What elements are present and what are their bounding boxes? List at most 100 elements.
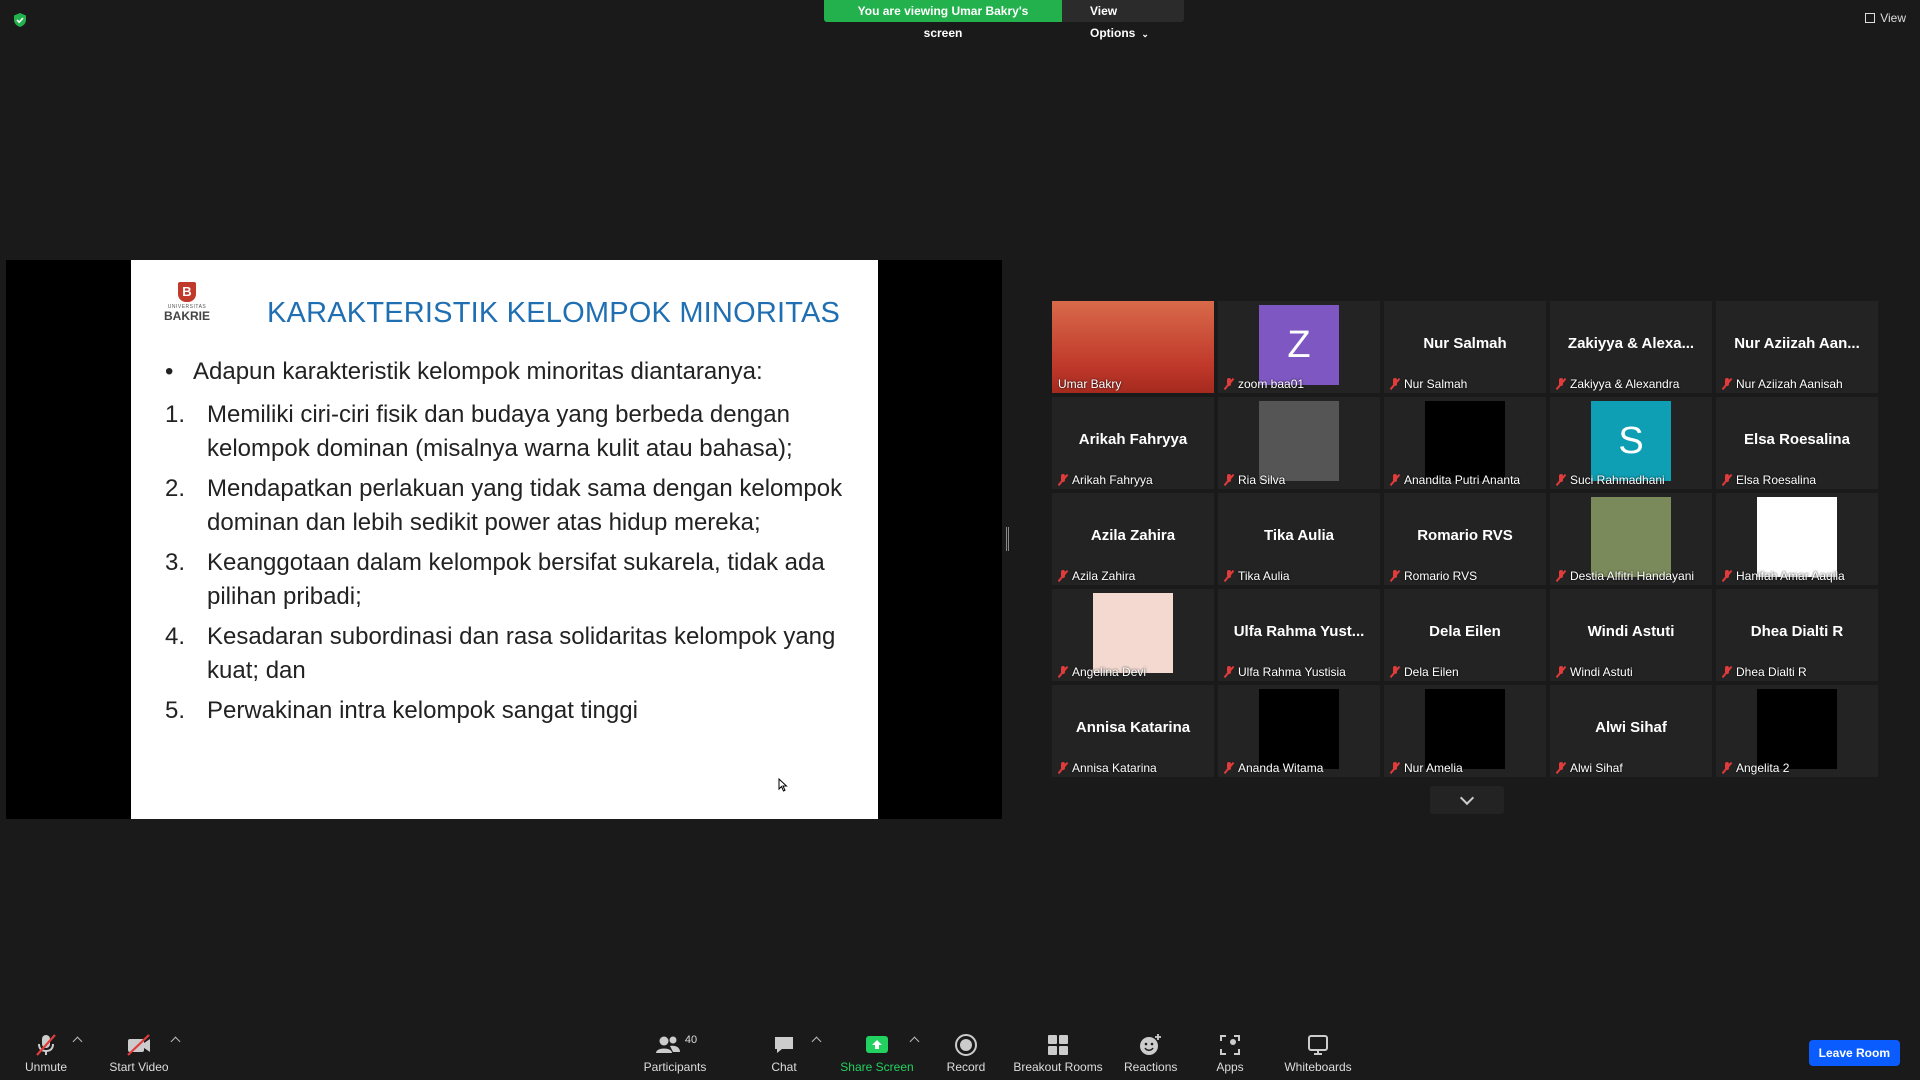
participant-tile[interactable]: Ulfa Rahma Yust... Ulfa Rahma Yustisia — [1218, 589, 1380, 681]
slide-title: KARAKTERISTIK KELOMPOK MINORITAS — [267, 297, 841, 329]
participant-display-name: Alwi Sihaf — [1595, 719, 1667, 736]
gallery-next-page-button[interactable] — [1430, 786, 1504, 814]
reactions-button[interactable]: Reactions — [1124, 1032, 1178, 1074]
share-screen-button[interactable]: Share Screen — [840, 1032, 914, 1074]
list-text: Mendapatkan perlakuan yang tidak sama de… — [207, 475, 843, 536]
chat-label: Chat — [771, 1060, 797, 1074]
participant-name-label: Hanifah Amar Aaqila — [1722, 569, 1874, 583]
participant-avatar-image — [1757, 689, 1837, 769]
apps-icon — [1210, 1032, 1250, 1058]
participant-name-label: Ulfa Rahma Yustisia — [1224, 665, 1376, 679]
participant-tile[interactable]: Dhea Dialti R Dhea Dialti R — [1716, 589, 1878, 681]
participant-tile[interactable]: Azila Zahira Azila Zahira — [1052, 493, 1214, 585]
participant-display-name: Romario RVS — [1417, 527, 1513, 544]
layout-icon — [1865, 13, 1876, 23]
participant-avatar-image — [1757, 497, 1837, 577]
apps-label: Apps — [1216, 1060, 1244, 1074]
record-icon — [944, 1032, 988, 1058]
participant-tile[interactable]: Ria Silva — [1218, 397, 1380, 489]
participant-name-text: Angelita 2 — [1736, 761, 1790, 775]
participant-tile[interactable]: Tika Aulia Tika Aulia — [1218, 493, 1380, 585]
participant-display-name: Ulfa Rahma Yust... — [1233, 623, 1365, 640]
record-button[interactable]: Record — [944, 1032, 988, 1074]
participant-tile[interactable]: Destia Alfitri Handayani — [1550, 493, 1712, 585]
participant-tile[interactable]: Dela Eilen Dela Eilen — [1384, 589, 1546, 681]
participant-tile[interactable]: S Suci Rahmadhani — [1550, 397, 1712, 489]
participant-display-name: Tika Aulia — [1263, 527, 1335, 544]
mic-muted-icon — [1556, 666, 1566, 678]
split-view-drag-handle[interactable] — [1006, 527, 1009, 551]
presentation-slide: B UNIVERSITAS BAKRIE KARAKTERISTIK KELOM… — [131, 260, 878, 819]
chat-options-caret[interactable] — [811, 1036, 822, 1047]
participant-name-label: Suci Rahmadhani — [1556, 473, 1708, 487]
participants-count: 40 — [684, 1034, 698, 1046]
list-item: 5. Perwakinan intra kelompok sangat tingg… — [165, 694, 855, 728]
participant-name-label: Alwi Sihaf — [1556, 761, 1708, 775]
mic-muted-icon — [1058, 666, 1068, 678]
participant-display-name: Windi Astuti — [1587, 623, 1675, 640]
participant-name-label: Elsa Roesalina — [1722, 473, 1874, 487]
participant-tile[interactable]: Windi Astuti Windi Astuti — [1550, 589, 1712, 681]
whiteboards-button[interactable]: Whiteboards — [1282, 1032, 1354, 1074]
mic-muted-icon — [1390, 570, 1400, 582]
slide-intro: • Adapun karakteristik kelompok minoritas… — [165, 358, 763, 386]
view-layout-button[interactable]: View — [1865, 11, 1906, 25]
participant-tile[interactable]: Romario RVS Romario RVS — [1384, 493, 1546, 585]
participant-name-label: Ria Silva — [1224, 473, 1376, 487]
mic-muted-icon — [1224, 378, 1234, 390]
participant-initial-avatar: Z — [1259, 305, 1339, 385]
list-text: Memiliki ciri-ciri fisik dan budaya yang… — [207, 401, 793, 462]
participant-tile[interactable]: Nur Amelia — [1384, 685, 1546, 777]
breakout-rooms-button[interactable]: Breakout Rooms — [1012, 1032, 1104, 1074]
participant-tile[interactable]: Umar Bakry — [1052, 301, 1214, 393]
participant-tile[interactable]: Angelita 2 — [1716, 685, 1878, 777]
mic-muted-icon — [20, 1032, 72, 1058]
audio-options-caret[interactable] — [72, 1036, 83, 1047]
participant-tile[interactable]: Zakiyya & Alexa... Zakiyya & Alexandra — [1550, 301, 1712, 393]
chat-button[interactable]: Chat — [764, 1032, 804, 1074]
whiteboard-icon — [1282, 1032, 1354, 1058]
participant-name-label: Nur Amelia — [1390, 761, 1542, 775]
reactions-label: Reactions — [1124, 1060, 1178, 1074]
logo-crest: B — [178, 282, 196, 302]
unmute-button[interactable]: Unmute — [20, 1032, 72, 1074]
participant-tile[interactable]: Angelina Devi — [1052, 589, 1214, 681]
participant-tile[interactable]: Nur Salmah Nur Salmah — [1384, 301, 1546, 393]
participant-tile[interactable]: Anandita Putri Ananta — [1384, 397, 1546, 489]
view-options-label: View Options — [1090, 4, 1136, 40]
security-shield-icon[interactable] — [12, 12, 28, 28]
participant-tile[interactable]: Zzoom baa01 — [1218, 301, 1380, 393]
participant-name-label: Windi Astuti — [1556, 665, 1708, 679]
participant-name-label: Arikah Fahryya — [1058, 473, 1210, 487]
participant-name-label: Tika Aulia — [1224, 569, 1376, 583]
participant-tile[interactable]: Annisa Katarina Annisa Katarina — [1052, 685, 1214, 777]
participant-tile[interactable]: Hanifah Amar Aaqila — [1716, 493, 1878, 585]
mic-muted-icon — [1556, 570, 1566, 582]
apps-button[interactable]: Apps — [1210, 1032, 1250, 1074]
bullet-icon: • — [165, 358, 174, 385]
participant-name-text: Angelina Devi — [1072, 665, 1147, 679]
participant-name-label: Nur Aziizah Aanisah — [1722, 377, 1874, 391]
participant-name-label: Annisa Katarina — [1058, 761, 1210, 775]
participant-tile[interactable]: Elsa Roesalina Elsa Roesalina — [1716, 397, 1878, 489]
participant-display-name: Elsa Roesalina — [1744, 431, 1850, 448]
intro-text: Adapun karakteristik kelompok minoritas … — [193, 358, 763, 385]
list-item: 4. Kesadaran subordinasi dan rasa solidar… — [165, 620, 855, 688]
breakout-rooms-icon — [1012, 1032, 1104, 1058]
participants-button[interactable]: 40 Participants — [640, 1032, 710, 1074]
participant-display-name: Nur Aziizah Aan... — [1734, 335, 1860, 352]
participant-tile[interactable]: Arikah Fahryya Arikah Fahryya — [1052, 397, 1214, 489]
screen-share-banner: You are viewing Umar Bakry's screen View… — [824, 0, 1184, 40]
participant-tile[interactable]: Alwi Sihaf Alwi Sihaf — [1550, 685, 1712, 777]
list-text: Keanggotaan dalam kelompok bersifat suka… — [207, 549, 825, 610]
participant-tile[interactable]: Ananda Witama — [1218, 685, 1380, 777]
mic-muted-icon — [1390, 474, 1400, 486]
start-video-button[interactable]: Start Video — [104, 1032, 174, 1074]
participant-tile[interactable]: Nur Aziizah Aan... Nur Aziizah Aanisah — [1716, 301, 1878, 393]
view-options-button[interactable]: View Options ⌄ — [1062, 0, 1184, 40]
mic-muted-icon — [1224, 570, 1234, 582]
list-text: Perwakinan intra kelompok sangat tinggi — [207, 697, 638, 724]
mic-muted-icon — [1390, 378, 1400, 390]
leave-room-button[interactable]: Leave Room — [1808, 1040, 1900, 1066]
mic-muted-icon — [1722, 570, 1732, 582]
